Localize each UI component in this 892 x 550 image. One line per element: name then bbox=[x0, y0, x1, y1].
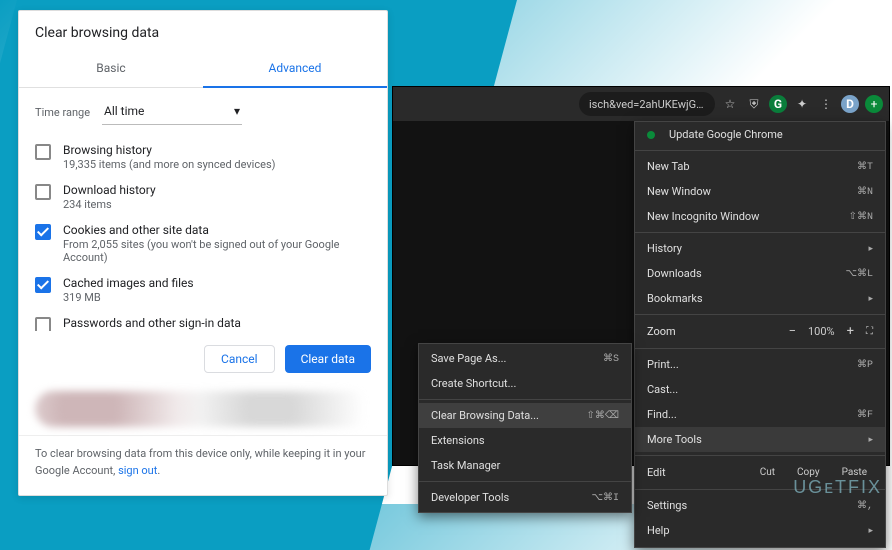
clear-browsing-data-dialog: Clear browsing data Basic Advanced Time … bbox=[18, 10, 388, 496]
zoom-in-button[interactable]: + bbox=[847, 324, 854, 339]
extension-g-icon[interactable]: G bbox=[769, 95, 787, 113]
checkbox-cached[interactable] bbox=[35, 277, 51, 293]
menu-more-tools[interactable]: More Tools▸ bbox=[635, 427, 885, 452]
url-bar[interactable]: isch&ved=2ahUKEwjG… bbox=[579, 92, 715, 116]
checkbox-passwords[interactable] bbox=[35, 317, 51, 331]
shield-icon[interactable]: ⛨ bbox=[745, 95, 763, 113]
menu-incognito[interactable]: New Incognito Window⇧⌘N bbox=[635, 204, 885, 229]
edit-cut-button[interactable]: Cut bbox=[754, 465, 781, 480]
chevron-down-icon: ▾ bbox=[234, 104, 240, 118]
extensions-icon[interactable]: ✦ bbox=[793, 95, 811, 113]
menu-new-tab[interactable]: New Tab⌘T bbox=[635, 154, 885, 179]
menu-print[interactable]: Print...⌘P bbox=[635, 352, 885, 377]
chevron-right-icon: ▸ bbox=[868, 435, 873, 445]
time-range-label: Time range bbox=[35, 106, 90, 119]
options-list: Browsing history19,335 items (and more o… bbox=[19, 131, 387, 331]
update-dot-icon bbox=[647, 131, 655, 139]
fullscreen-icon[interactable]: ⛶ bbox=[866, 326, 873, 337]
checkbox-cookies[interactable] bbox=[35, 224, 51, 240]
option-cookies: Cookies and other site dataFrom 2,055 si… bbox=[31, 217, 375, 270]
browser-toolbar: isch&ved=2ahUKEwjG… ☆ ⛨ G ✦ ⋮ D + bbox=[393, 87, 889, 121]
star-icon[interactable]: ☆ bbox=[721, 95, 739, 113]
menu-update-chrome[interactable]: Update Google Chrome bbox=[635, 122, 885, 147]
zoom-value: 100% bbox=[808, 325, 835, 338]
watermark: UGᴇTFIX bbox=[793, 477, 882, 498]
menu-downloads[interactable]: Downloads⌥⌘L bbox=[635, 261, 885, 286]
menu-history[interactable]: History▸ bbox=[635, 236, 885, 261]
tab-basic[interactable]: Basic bbox=[19, 51, 203, 87]
profile-icon[interactable]: D bbox=[841, 95, 859, 113]
option-passwords: Passwords and other sign-in data452 pass… bbox=[31, 310, 375, 331]
chevron-right-icon: ▸ bbox=[868, 526, 873, 536]
option-download-history: Download history234 items bbox=[31, 177, 375, 217]
submenu-developer-tools[interactable]: Developer Tools⌥⌘I bbox=[419, 485, 631, 510]
submenu-task-manager[interactable]: Task Manager bbox=[419, 453, 631, 478]
submenu-clear-browsing-data[interactable]: Clear Browsing Data...⇧⌘⌫ bbox=[419, 403, 631, 428]
time-range-select[interactable]: All time ▾ bbox=[102, 100, 242, 125]
tab-advanced[interactable]: Advanced bbox=[203, 51, 387, 87]
time-range-value: All time bbox=[104, 104, 144, 118]
submenu-extensions[interactable]: Extensions bbox=[419, 428, 631, 453]
chevron-right-icon: ▸ bbox=[868, 294, 873, 304]
clear-data-button[interactable]: Clear data bbox=[285, 345, 371, 373]
menu-new-window[interactable]: New Window⌘N bbox=[635, 179, 885, 204]
more-tools-submenu: Save Page As...⌘S Create Shortcut... Cle… bbox=[418, 343, 632, 513]
menu-cast[interactable]: Cast... bbox=[635, 377, 885, 402]
update-badge-icon[interactable]: + bbox=[865, 95, 883, 113]
submenu-save-page-as[interactable]: Save Page As...⌘S bbox=[419, 346, 631, 371]
dialog-title: Clear browsing data bbox=[19, 11, 387, 51]
dialog-footer: To clear browsing data from this device … bbox=[19, 435, 387, 495]
menu-find[interactable]: Find...⌘F bbox=[635, 402, 885, 427]
menu-dots-icon[interactable]: ⋮ bbox=[817, 95, 835, 113]
redacted-area bbox=[35, 391, 371, 427]
browser-window: isch&ved=2ahUKEwjG… ☆ ⛨ G ✦ ⋮ D + Update… bbox=[392, 86, 890, 466]
submenu-create-shortcut[interactable]: Create Shortcut... bbox=[419, 371, 631, 396]
option-browsing-history: Browsing history19,335 items (and more o… bbox=[31, 137, 375, 177]
option-cached: Cached images and files319 MB bbox=[31, 270, 375, 310]
menu-bookmarks[interactable]: Bookmarks▸ bbox=[635, 286, 885, 311]
chevron-right-icon: ▸ bbox=[868, 244, 873, 254]
cancel-button[interactable]: Cancel bbox=[204, 345, 275, 373]
checkbox-download-history[interactable] bbox=[35, 184, 51, 200]
dialog-tabs: Basic Advanced bbox=[19, 51, 387, 88]
menu-zoom: Zoom − 100% + ⛶ bbox=[635, 318, 885, 345]
menu-help[interactable]: Help▸ bbox=[635, 518, 885, 543]
checkbox-browsing-history[interactable] bbox=[35, 144, 51, 160]
zoom-out-button[interactable]: − bbox=[789, 324, 796, 339]
sign-out-link[interactable]: sign out bbox=[118, 464, 157, 477]
